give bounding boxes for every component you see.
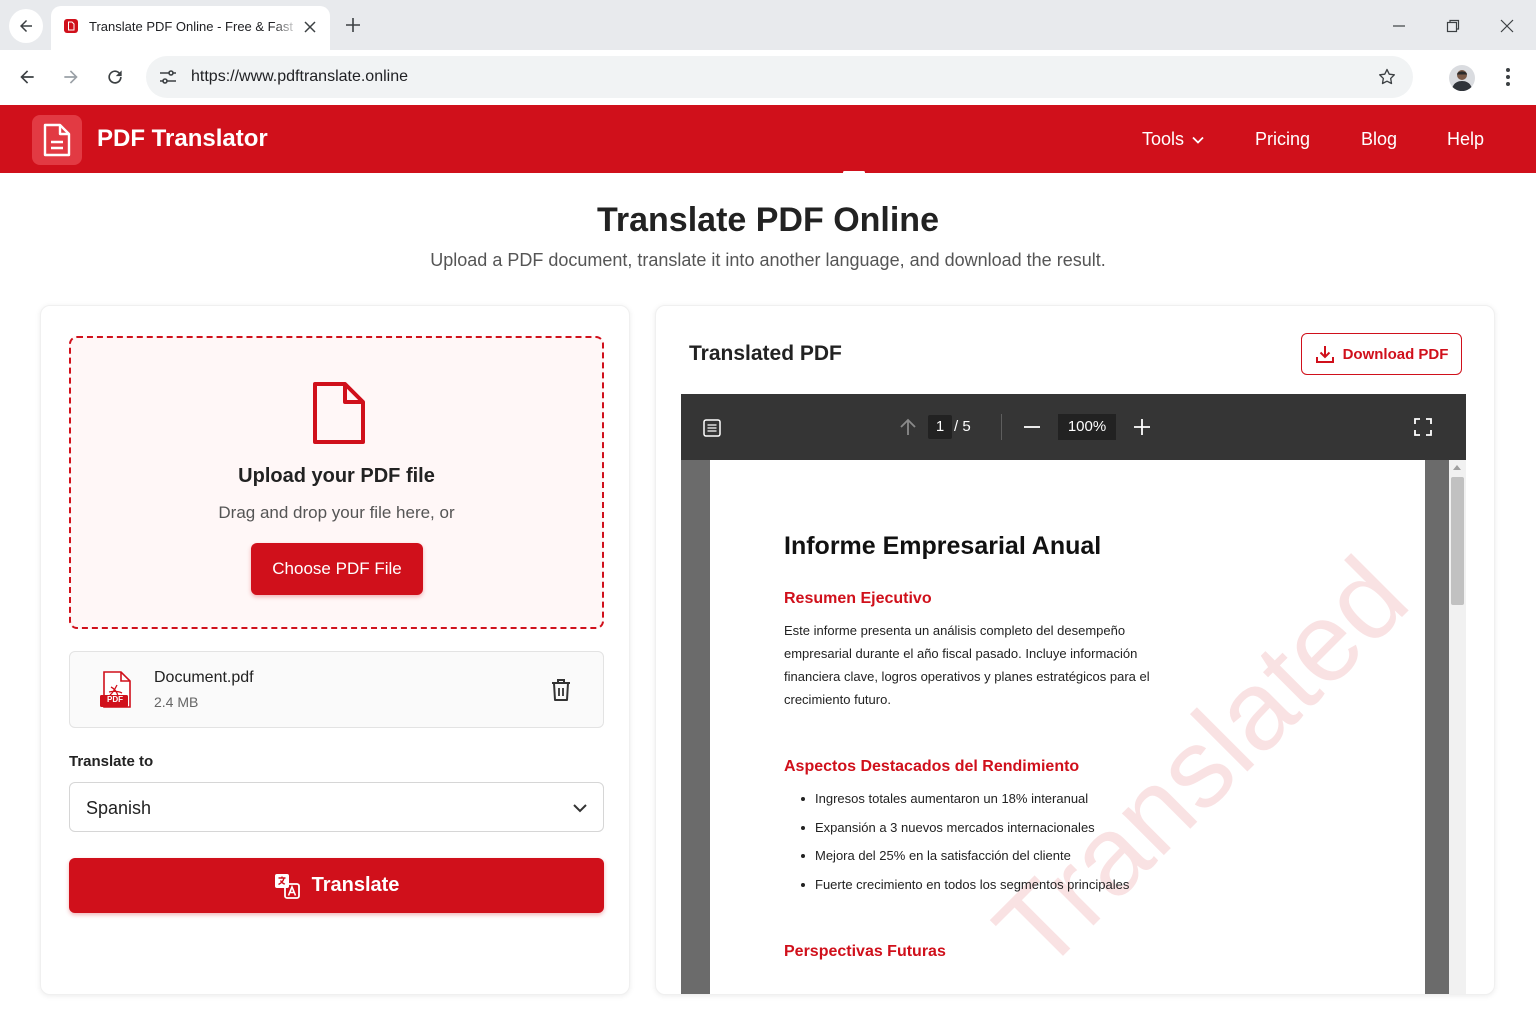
site-settings-icon	[160, 70, 176, 84]
more-vert-icon	[1506, 68, 1510, 86]
back-button[interactable]	[11, 61, 43, 93]
translate-button-label: Translate	[311, 874, 400, 896]
chevron-down-icon	[573, 804, 587, 813]
plus-icon	[346, 18, 360, 32]
pdf-viewer: 1 / 5 100% Translated Informe Empresaria…	[681, 394, 1466, 994]
header-indicator	[843, 171, 865, 174]
window-close-button[interactable]	[1491, 10, 1523, 42]
trash-icon	[552, 679, 570, 701]
download-pdf-button[interactable]: Download PDF	[1301, 333, 1462, 375]
toolbar-divider	[1001, 414, 1002, 440]
nav-tools[interactable]: Tools	[1142, 129, 1204, 150]
zoom-out-icon[interactable]	[1021, 416, 1043, 438]
list-item: Mejora del 25% en la satisfacción del cl…	[784, 848, 1129, 877]
arrow-up-icon[interactable]	[897, 416, 919, 438]
preview-card: Translated PDF Download PDF 1 / 5 100% T…	[655, 305, 1495, 995]
pdf-favicon-icon	[64, 19, 78, 33]
download-icon	[1315, 346, 1334, 363]
url-text: https://www.pdftranslate.online	[191, 68, 409, 85]
document-bullet-list: Ingresos totales aumentaron un 18% inter…	[784, 791, 1129, 905]
minimize-button[interactable]	[1383, 10, 1415, 42]
nav-help[interactable]: Help	[1447, 129, 1484, 150]
document-paragraph: Este informe presenta un análisis comple…	[784, 623, 1150, 707]
minimize-icon	[1393, 25, 1405, 27]
file-size: 2.4 MB	[154, 694, 199, 710]
nav-tools-label: Tools	[1142, 129, 1185, 149]
page-title: Translate PDF Online	[597, 201, 939, 239]
preview-title: Translated PDF	[689, 342, 842, 365]
document-title: Informe Empresarial Anual	[784, 532, 1102, 560]
browser-menu-button[interactable]	[1493, 61, 1523, 93]
profile-button[interactable]	[1447, 63, 1477, 93]
browser-tab-bar: Translate PDF Online - Free & Fast	[0, 0, 1536, 50]
pdf-page: Translated Informe Empresarial Anual Res…	[710, 460, 1425, 994]
tab-close-button[interactable]	[299, 16, 321, 38]
forward-button[interactable]	[55, 61, 87, 93]
browser-tab[interactable]: Translate PDF Online - Free & Fast	[51, 6, 330, 50]
nav-pricing[interactable]: Pricing	[1255, 129, 1310, 150]
file-name: Document.pdf	[154, 669, 254, 686]
pdf-badge: PDF	[107, 695, 123, 704]
fullscreen-icon[interactable]	[1412, 416, 1434, 438]
selected-language: Spanish	[86, 798, 152, 818]
uploaded-file: PDF Document.pdf 2.4 MB	[69, 651, 604, 728]
zoom-level[interactable]: 100%	[1058, 414, 1116, 440]
upload-subtitle: Drag and drop your file here, or	[218, 503, 455, 522]
restore-button[interactable]	[1437, 10, 1469, 42]
zoom-in-icon[interactable]	[1131, 416, 1153, 438]
page-total: / 5	[954, 418, 971, 435]
logo[interactable]	[32, 115, 82, 165]
upload-dropzone[interactable]: Upload your PDF file Drag and drop your …	[69, 336, 604, 629]
choose-pdf-button[interactable]: Choose PDF File	[251, 543, 423, 595]
nav-blog[interactable]: Blog	[1361, 129, 1397, 150]
document-heading-summary: Resumen Ejecutivo	[784, 590, 932, 607]
translate-to-label: Translate to	[69, 753, 154, 770]
bookmark-button[interactable]	[1375, 65, 1399, 89]
file-icon	[313, 382, 365, 444]
language-select[interactable]: Spanish	[69, 782, 604, 832]
reload-icon	[108, 70, 122, 84]
pdf-scrollbar[interactable]	[1449, 460, 1466, 994]
document-outline-icon[interactable]	[702, 418, 722, 438]
pdf-viewer-toolbar: 1 / 5 100%	[681, 394, 1466, 460]
upload-card: Upload your PDF file Drag and drop your …	[40, 305, 630, 995]
tab-title: Translate PDF Online - Free & Fast	[89, 19, 293, 34]
brand-name[interactable]: PDF Translator	[97, 125, 268, 153]
download-pdf-label: Download PDF	[1342, 345, 1449, 363]
list-item: Expansión a 3 nuevos mercados internacio…	[784, 820, 1129, 849]
browser-toolbar: https://www.pdftranslate.online	[0, 50, 1536, 105]
list-item: Fuerte crecimiento en todos los segmento…	[784, 877, 1129, 906]
address-bar[interactable]: https://www.pdftranslate.online	[146, 56, 1413, 98]
avatar	[1449, 65, 1475, 91]
back-icon	[20, 70, 34, 84]
document-heading-outlook: Perspectivas Futuras	[784, 943, 946, 960]
chevron-down-icon	[1192, 136, 1204, 144]
forward-icon	[64, 70, 78, 84]
translate-button[interactable]: Translate	[69, 858, 604, 913]
restore-icon	[1446, 19, 1460, 33]
site-header: PDF Translator Tools Pricing Blog Help	[0, 105, 1536, 174]
translate-icon	[274, 873, 300, 899]
scroll-thumb[interactable]	[1451, 477, 1464, 605]
tab-search-back-button[interactable]	[9, 9, 43, 43]
page-subtitle: Upload a PDF document, translate it into…	[430, 250, 1106, 270]
delete-file-button[interactable]	[548, 676, 574, 704]
document-icon	[43, 123, 71, 157]
star-icon	[1379, 68, 1395, 85]
back-icon	[20, 20, 32, 32]
new-tab-button[interactable]	[337, 9, 369, 41]
close-icon	[1500, 19, 1514, 33]
close-icon	[304, 21, 316, 33]
site-settings-button[interactable]	[156, 65, 180, 89]
scroll-up-arrow[interactable]	[1453, 465, 1461, 470]
document-heading-highlights: Aspectos Destacados del Rendimiento	[784, 758, 1080, 775]
page-number-input[interactable]: 1	[928, 415, 952, 439]
reload-button[interactable]	[99, 61, 131, 93]
list-item: Ingresos totales aumentaron un 18% inter…	[784, 791, 1129, 820]
upload-title: Upload your PDF file	[238, 465, 435, 487]
